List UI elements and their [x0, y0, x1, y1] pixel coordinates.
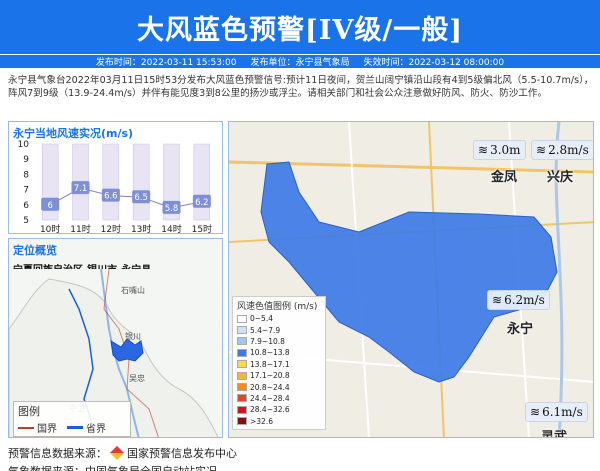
warning-title: 大风蓝色预警[IV级/一般] — [137, 14, 463, 46]
map-label-wuzhong: 吴忠 — [129, 374, 145, 383]
location-panel: 定位概览 宁夏回族自治区-银川市-永宁县 石嘴山 银川 吴忠 中卫 图例 国界 … — [8, 238, 223, 438]
national-border-line-icon — [18, 426, 34, 429]
wind-icon: ≋ — [478, 143, 489, 157]
footer-source-label: 预警信息数据来源： — [8, 447, 107, 460]
wind-tag-value: 6.1m/s — [542, 405, 583, 419]
scale-swatch — [237, 314, 247, 323]
wind-hour-band — [132, 143, 150, 221]
wind-tag-xingqing[interactable]: ≋ 2.8m/s — [531, 140, 593, 160]
scale-swatch — [237, 337, 247, 346]
scale-label: 20.8~24.4 — [250, 382, 290, 392]
scale-label: 0~5.4 — [250, 314, 273, 324]
warning-header: 大风蓝色预警[IV级/一般] — [0, 0, 600, 54]
scale-label: 28.4~32.6 — [250, 405, 290, 415]
warning-meta-bar: 发布时间：2022-03-11 15:53:00 发布单位：永宁县气象局 失效时… — [0, 54, 600, 68]
legend-row: 国界 省界 — [14, 420, 130, 435]
wind-tag-value: 6.2m/s — [504, 293, 545, 307]
wind-color-scale-legend: 风速色值图例 (m/s) 0~5.4 5.4~7.9 7.9~10.8 10.8~13… — [232, 296, 326, 430]
wind-tag-jinfeng[interactable]: ≋ 3.0m — [473, 140, 526, 160]
footer-data-source: 气象数据来源：中国气象局全国自动站实况 — [8, 463, 217, 471]
wind-tag-lingwu[interactable]: ≋ 6.1m/s — [525, 402, 588, 422]
wind-xtick-label: 14时 — [161, 223, 181, 235]
location-panel-title: 定位概览 — [13, 244, 57, 257]
scale-swatch — [237, 417, 247, 426]
scale-swatch — [237, 394, 247, 403]
scale-row: 24.4~28.4 — [237, 393, 321, 404]
legend-provincial-border: 省界 — [67, 420, 106, 435]
wind-icon: ≋ — [492, 293, 503, 307]
scale-label: >32.6 — [250, 416, 273, 426]
place-lingwu: 灵武 — [541, 430, 568, 438]
wind-xtick-label: 13时 — [131, 223, 151, 235]
expire-time: 失效时间：2022-03-12 08:00:00 — [363, 58, 505, 68]
scale-title: 风速色值图例 (m/s) — [237, 302, 318, 312]
scale-swatch — [237, 383, 247, 392]
scale-row: 20.8~24.4 — [237, 381, 321, 392]
legend-national-label: 国界 — [37, 424, 57, 435]
wind-icon: ≋ — [530, 405, 541, 419]
scale-row: 5.4~7.9 — [237, 324, 321, 335]
wind-ytick-label: 5 — [23, 216, 29, 226]
scale-swatch — [237, 348, 247, 357]
place-xingqing: 兴庆 — [547, 170, 574, 185]
footer-source-value: 国家预警信息发布中心 — [127, 447, 237, 460]
scale-label: 24.4~28.4 — [250, 393, 290, 403]
wind-ytick-label: 10 — [18, 140, 30, 150]
wind-speed-chart: 6 7.1 6.6 6.5 5.8 6.2 5 6 7 8 9 10 10时 11时 12时 13时 14时… — [18, 140, 213, 235]
wind-xtick-label: 12时 — [101, 223, 121, 235]
place-jinfeng: 金凤 — [491, 170, 518, 185]
wind-ytick-label: 9 — [23, 155, 29, 165]
scale-row: >32.6 — [237, 416, 321, 427]
legend-provincial-label: 省界 — [86, 424, 106, 435]
wind-tag-value: 3.0m — [490, 143, 521, 157]
place-yongning: 永宁 — [507, 322, 534, 337]
wind-data-label: 6.2 — [195, 198, 209, 208]
map-label-shizuishan: 石嘴山 — [121, 285, 145, 295]
publisher: 发布单位：永宁县气象局 — [250, 58, 350, 68]
county-wind-map[interactable]: ≋ 3.0m ≋ 2.8m/s ≋ 6.2m/s ≋ 6.1m/s 金凤 兴庆 … — [228, 121, 594, 438]
wind-xtick-label: 10时 — [40, 223, 60, 235]
legend-national-border: 国界 — [18, 420, 57, 435]
wind-data-label: 7.1 — [74, 184, 88, 194]
provincial-border-line-icon — [67, 426, 83, 429]
wind-ytick-label: 6 — [23, 201, 29, 211]
scale-label: 5.4~7.9 — [250, 325, 281, 335]
scale-row: 17.1~20.8 — [237, 370, 321, 381]
footer-source: 预警信息数据来源： 国家预警信息发布中心 — [8, 445, 237, 461]
warning-center-logo-icon — [109, 445, 125, 461]
warning-notice: 永宁县气象台2022年03月11日15时53分发布大风蓝色预警信号:预计11日夜… — [8, 75, 594, 99]
scale-label: 7.9~10.8 — [250, 336, 285, 346]
publish-time: 发布时间：2022-03-11 15:53:00 — [95, 58, 237, 68]
legend-title: 图例 — [18, 405, 40, 418]
wind-speed-panel: 永宁当地风速实况(m/s) 6 7.1 6.6 6.5 5.8 6.2 5 6 7 8 9 10 1… — [8, 121, 223, 235]
scale-swatch — [237, 405, 247, 414]
scale-row: 10.8~13.8 — [237, 347, 321, 358]
wind-tag-yongning[interactable]: ≋ 6.2m/s — [487, 290, 550, 310]
wind-xtick-label: 11时 — [70, 223, 90, 235]
wind-tag-value: 2.8m/s — [548, 143, 589, 157]
scale-label: 10.8~13.8 — [250, 348, 290, 358]
scale-row: 13.8~17.1 — [237, 359, 321, 370]
map-legend: 图例 国界 省界 — [13, 401, 131, 437]
scale-swatch — [237, 371, 247, 380]
wind-xtick-label: 15时 — [192, 223, 212, 235]
scale-label: 17.1~20.8 — [250, 371, 290, 381]
wind-data-label: 5.8 — [165, 204, 179, 214]
scale-row: 0~5.4 — [237, 313, 321, 324]
wind-data-label: 6.6 — [104, 192, 118, 202]
wind-hour-band — [193, 143, 211, 221]
scale-label: 13.8~17.1 — [250, 359, 290, 369]
scale-row: 7.9~10.8 — [237, 336, 321, 347]
scale-row: 28.4~32.6 — [237, 404, 321, 415]
wind-hour-band — [102, 143, 120, 221]
wind-data-label: 6.5 — [134, 193, 148, 203]
wind-icon: ≋ — [536, 143, 547, 157]
map-label-yinchuan: 银川 — [125, 331, 141, 341]
wind-data-label: 6 — [47, 201, 52, 211]
wind-ytick-label: 7 — [23, 186, 29, 196]
scale-swatch — [237, 360, 247, 369]
wind-ytick-label: 8 — [23, 170, 29, 180]
scale-swatch — [237, 326, 247, 335]
